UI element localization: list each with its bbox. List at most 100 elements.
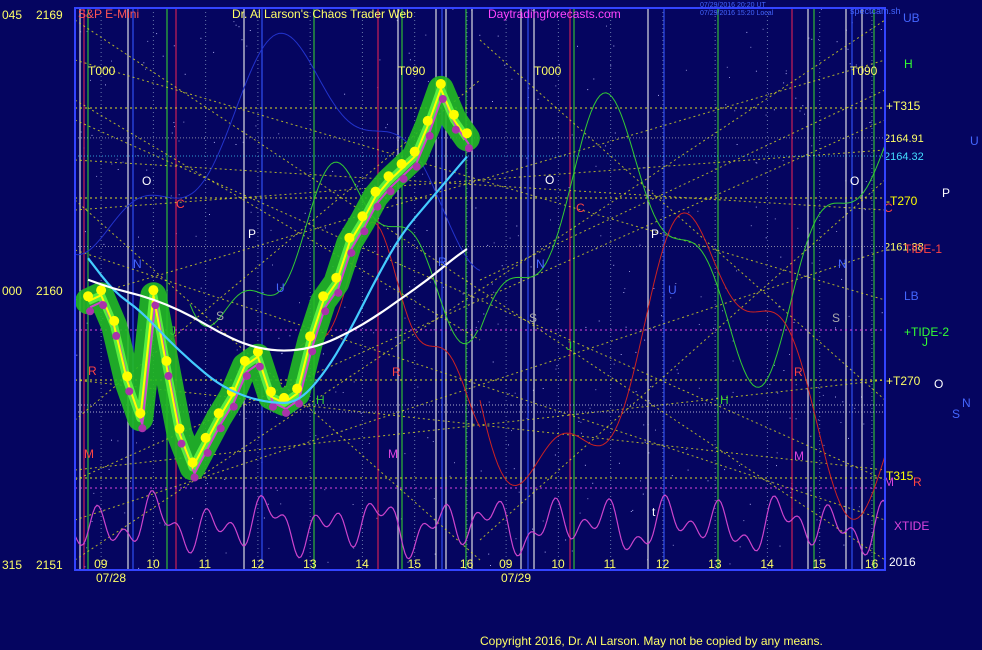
star xyxy=(789,417,791,419)
cycle-letter: O xyxy=(850,174,859,188)
star xyxy=(818,39,819,41)
hour-tick-label: 13 xyxy=(303,557,317,571)
cycle-letter: O xyxy=(545,173,554,187)
star xyxy=(278,133,280,135)
star xyxy=(589,407,591,409)
price-high-point xyxy=(383,171,394,182)
price-low-point xyxy=(242,371,251,380)
star xyxy=(516,225,518,227)
price-high-point xyxy=(461,128,472,139)
star xyxy=(145,68,146,70)
hour-tick-label: 14 xyxy=(760,557,774,571)
star xyxy=(739,546,741,548)
star xyxy=(789,354,790,355)
price-low-point xyxy=(360,227,369,236)
star xyxy=(501,265,503,267)
star xyxy=(492,361,494,363)
star xyxy=(771,481,773,483)
star xyxy=(768,93,769,95)
star xyxy=(517,235,519,237)
timestamp-line-1: 07/29/2016 20:20 UT xyxy=(700,2,766,9)
star xyxy=(614,132,616,134)
star xyxy=(698,387,700,389)
instrument-name: S&P E-Mini xyxy=(78,7,139,21)
star xyxy=(511,78,513,80)
price-high-point xyxy=(109,315,120,326)
star xyxy=(493,291,495,293)
star xyxy=(749,503,751,505)
star xyxy=(143,62,145,64)
star xyxy=(263,517,265,519)
star xyxy=(497,323,499,325)
star xyxy=(840,422,842,423)
star xyxy=(249,30,251,31)
star xyxy=(241,39,243,41)
star xyxy=(577,45,578,47)
price-low-point xyxy=(282,408,291,417)
star xyxy=(508,393,510,395)
star xyxy=(593,78,595,80)
star xyxy=(632,509,634,511)
star xyxy=(639,244,641,246)
cycle-label: H xyxy=(904,57,913,71)
star xyxy=(86,547,88,549)
star xyxy=(138,567,140,569)
star xyxy=(324,489,326,491)
star xyxy=(613,363,615,365)
star xyxy=(385,288,387,290)
star xyxy=(542,388,544,389)
hour-tick-label: 09 xyxy=(499,557,513,571)
star xyxy=(739,465,740,466)
star xyxy=(580,421,582,423)
star xyxy=(823,444,825,446)
cycle-letter: S xyxy=(832,311,840,325)
star xyxy=(880,29,882,30)
star xyxy=(643,424,645,426)
star xyxy=(102,510,104,512)
star xyxy=(743,520,745,522)
time-cycle-label: T000 xyxy=(534,64,562,78)
star xyxy=(342,392,344,393)
star xyxy=(409,286,411,288)
price-mid: 2160 xyxy=(36,284,63,298)
star xyxy=(213,51,215,53)
cycle-label: UB xyxy=(903,11,920,25)
price-high-point xyxy=(344,232,355,243)
star xyxy=(379,59,381,61)
price-high-point xyxy=(435,78,446,89)
star xyxy=(508,444,509,446)
star xyxy=(671,475,673,477)
star xyxy=(246,45,248,47)
price-high-point xyxy=(122,371,133,382)
star xyxy=(475,207,477,209)
star xyxy=(542,520,544,522)
cycle-letter: R xyxy=(438,255,447,269)
star xyxy=(164,524,166,526)
star xyxy=(854,407,856,409)
star xyxy=(755,70,757,72)
star xyxy=(661,315,662,317)
star xyxy=(618,462,620,464)
star xyxy=(780,256,782,258)
star xyxy=(184,73,186,75)
price-low-point xyxy=(86,307,95,316)
hour-tick-label: 15 xyxy=(813,557,827,571)
star xyxy=(732,360,734,362)
star xyxy=(642,493,644,495)
cycle-label: U xyxy=(970,134,979,148)
star xyxy=(793,322,795,323)
star xyxy=(250,211,252,213)
star xyxy=(544,551,546,553)
star xyxy=(550,219,551,221)
star xyxy=(865,181,867,182)
star xyxy=(644,441,646,443)
price-high-point xyxy=(370,186,381,197)
star xyxy=(136,442,137,444)
price-low-point xyxy=(347,248,356,257)
price-low-point xyxy=(216,424,225,433)
star xyxy=(122,161,124,163)
star xyxy=(493,242,495,244)
time-cycle-label: T090 xyxy=(398,64,426,78)
star xyxy=(96,175,98,177)
star xyxy=(488,553,490,555)
